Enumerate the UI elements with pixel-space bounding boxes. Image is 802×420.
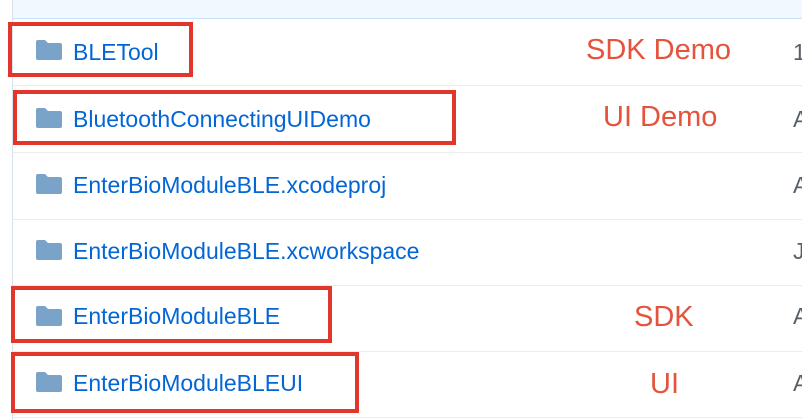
commit-message-snippet: J — [793, 238, 802, 264]
commit-message-snippet: A — [793, 370, 802, 396]
highlight-box-bletool — [8, 22, 193, 77]
annotation-label-sdk: SDK — [634, 301, 694, 333]
table-row[interactable]: EnterBioModuleBLE.xcodeproj A — [13, 153, 802, 220]
annotation-label-ui: UI — [650, 368, 679, 400]
highlight-box-enterbiomoduleble — [11, 286, 332, 343]
annotation-label-sdk-demo: SDK Demo — [586, 34, 732, 66]
commit-message-snippet: A — [793, 106, 802, 132]
folder-icon — [36, 174, 62, 194]
annotation-label-ui-demo: UI Demo — [603, 101, 718, 133]
commit-message-snippet: 1 — [793, 39, 802, 65]
table-row[interactable]: EnterBioModuleBLE.xcworkspace J — [13, 219, 802, 286]
commit-message-snippet: A — [793, 303, 802, 329]
file-link-xcodeproj[interactable]: EnterBioModuleBLE.xcodeproj — [73, 171, 386, 199]
folder-icon — [36, 240, 62, 260]
file-list-header — [13, 0, 802, 19]
highlight-box-enterbiomoduleblei — [11, 352, 359, 413]
commit-message-snippet: A — [793, 172, 802, 198]
file-link-xcworkspace[interactable]: EnterBioModuleBLE.xcworkspace — [73, 237, 419, 265]
highlight-box-bluetoothconnectinguidemo — [13, 90, 456, 145]
